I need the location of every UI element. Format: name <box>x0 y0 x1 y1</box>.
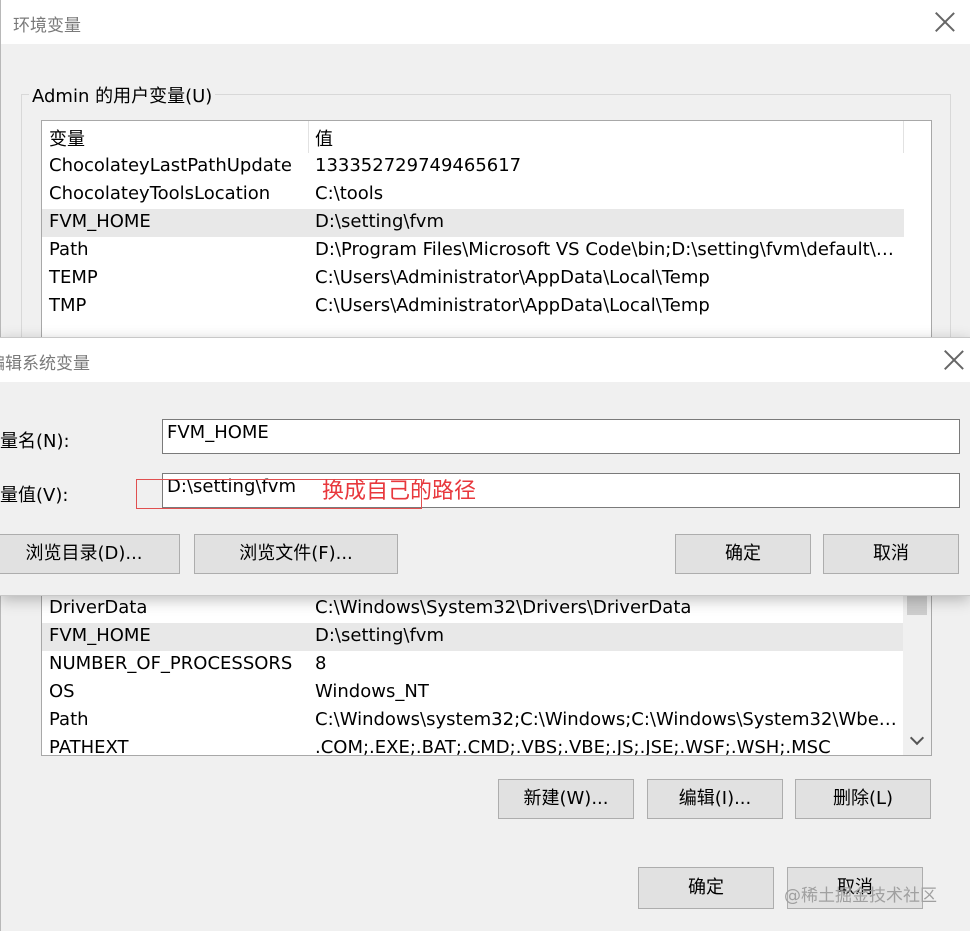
close-icon[interactable] <box>943 349 965 371</box>
variable-name: OS <box>49 681 75 702</box>
variable-value: D:\Program Files\Microsoft VS Code\bin;D… <box>315 239 900 260</box>
variable-name: NUMBER_OF_PROCESSORS <box>49 653 293 674</box>
vertical-scrollbar[interactable] <box>903 595 931 755</box>
variable-value: C:\Windows\system32;C:\Windows;C:\Window… <box>315 709 900 730</box>
variable-name: Path <box>49 709 89 730</box>
table-row[interactable]: ChocolateyLastPathUpdate 133352729749465… <box>42 153 904 181</box>
variable-name: TEMP <box>49 267 98 288</box>
user-variables-group-label: Admin 的用户变量(U) <box>29 82 216 108</box>
variable-value: C:\Users\Administrator\AppData\Local\Tem… <box>315 267 710 288</box>
user-variables-list[interactable]: 变量 值 ChocolateyLastPathUpdate 1333527297… <box>41 120 932 350</box>
cancel-button[interactable]: 取消 <box>823 534 959 574</box>
variable-value: .COM;.EXE;.BAT;.CMD;.VBS;.VBE;.JS;.JSE;.… <box>315 737 831 756</box>
variable-name: TMP <box>49 295 87 316</box>
column-header-value[interactable]: 值 <box>315 125 333 151</box>
variable-value-label: 变量值(V): <box>0 485 69 506</box>
list-header: 变量 值 <box>42 121 904 153</box>
variable-value: D:\setting\fvm <box>315 211 444 232</box>
ok-button[interactable]: 确定 <box>675 534 811 574</box>
table-row-selected[interactable]: FVM_HOME D:\setting\fvm <box>42 623 904 651</box>
variable-value: C:\tools <box>315 183 384 204</box>
column-divider[interactable] <box>903 121 904 153</box>
ok-button[interactable]: 确定 <box>638 867 774 909</box>
variable-value: C:\Windows\System32\Drivers\DriverData <box>315 597 692 618</box>
column-divider[interactable] <box>308 121 309 153</box>
variable-name: ChocolateyLastPathUpdate <box>49 155 292 176</box>
variable-value: 8 <box>315 653 327 674</box>
browse-directory-button[interactable]: 浏览目录(D)... <box>0 534 180 574</box>
system-variables-list[interactable]: DriverData C:\Windows\System32\Drivers\D… <box>41 594 932 756</box>
close-icon[interactable] <box>934 11 956 33</box>
window-title: 环境变量 <box>13 16 81 36</box>
table-row[interactable]: OS Windows_NT <box>42 679 904 707</box>
variable-name: Path <box>49 239 89 260</box>
chevron-down-icon[interactable] <box>903 727 931 755</box>
variable-name: PATHEXT <box>49 737 129 756</box>
variable-name-field[interactable]: FVM_HOME <box>162 419 960 454</box>
variable-value: Windows_NT <box>315 681 429 702</box>
table-row[interactable]: TEMP C:\Users\Administrator\AppData\Loca… <box>42 265 904 293</box>
variable-value: D:\setting\fvm <box>315 625 444 646</box>
dialog-title: 编辑系统变量 <box>0 354 90 374</box>
variable-name: ChocolateyToolsLocation <box>49 183 271 204</box>
variable-value: C:\Users\Administrator\AppData\Local\Tem… <box>315 295 710 316</box>
title-bar: 环境变量 <box>1 0 970 44</box>
variable-name: FVM_HOME <box>49 211 151 232</box>
table-row-selected[interactable]: FVM_HOME D:\setting\fvm <box>42 209 904 237</box>
column-header-name[interactable]: 变量 <box>49 125 85 151</box>
table-row[interactable]: NUMBER_OF_PROCESSORS 8 <box>42 651 904 679</box>
variable-name: FVM_HOME <box>49 625 151 646</box>
annotation-text: 换成自己的路径 <box>322 479 477 504</box>
table-row[interactable]: PATHEXT .COM;.EXE;.BAT;.CMD;.VBS;.VBE;.J… <box>42 735 904 756</box>
scrollbar-thumb[interactable] <box>907 595 927 615</box>
title-bar: 编辑系统变量 <box>0 338 970 382</box>
table-row[interactable]: Path D:\Program Files\Microsoft VS Code\… <box>42 237 904 265</box>
new-variable-button[interactable]: 新建(W)... <box>498 779 634 819</box>
variable-name-label: 变量名(N): <box>0 431 70 452</box>
edit-system-variable-dialog: 编辑系统变量 变量名(N): FVM_HOME 变量值(V): D:\setti… <box>0 337 970 596</box>
table-row[interactable]: TMP C:\Users\Administrator\AppData\Local… <box>42 293 904 321</box>
browse-file-button[interactable]: 浏览文件(F)... <box>194 534 398 574</box>
variable-value: 133352729749465617 <box>315 155 522 176</box>
table-row[interactable]: Path C:\Windows\system32;C:\Windows;C:\W… <box>42 707 904 735</box>
delete-variable-button[interactable]: 删除(L) <box>795 779 931 819</box>
edit-variable-button[interactable]: 编辑(I)... <box>647 779 783 819</box>
table-row[interactable]: DriverData C:\Windows\System32\Drivers\D… <box>42 595 904 623</box>
table-row[interactable]: ChocolateyToolsLocation C:\tools <box>42 181 904 209</box>
watermark: @稀土掘金技术社区 <box>784 886 937 906</box>
variable-name: DriverData <box>49 597 148 618</box>
